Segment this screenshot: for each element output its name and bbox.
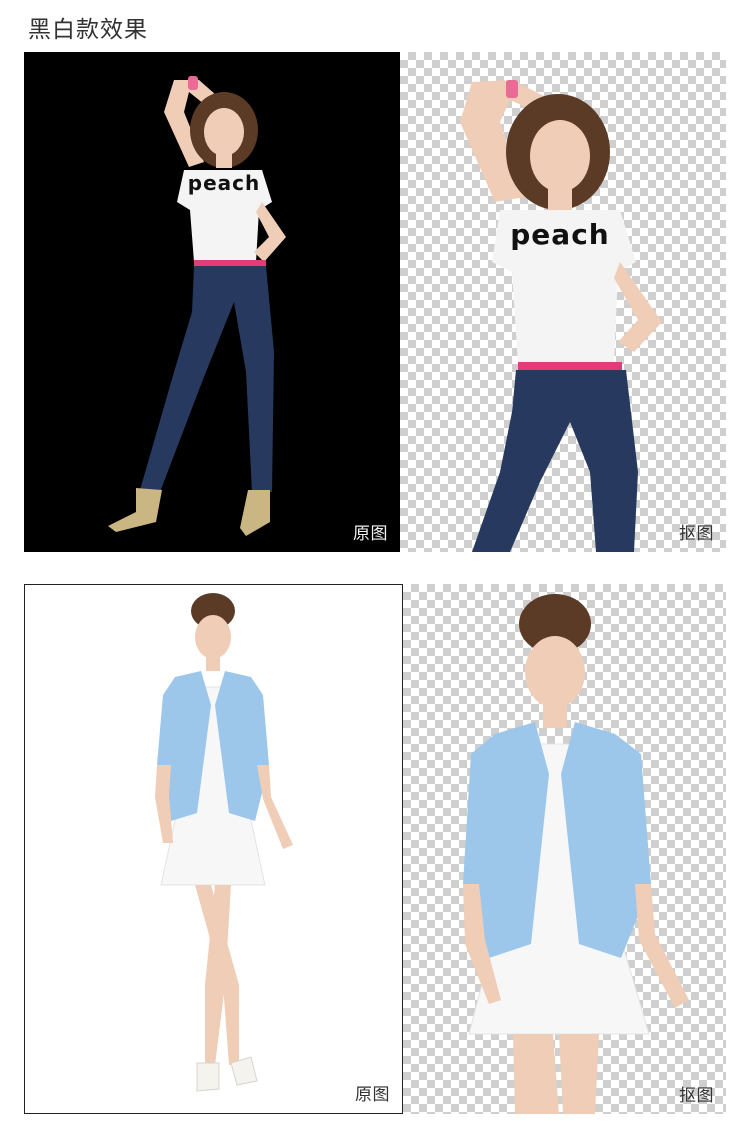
woman-in-blue-blazer-photo [155,593,293,1092]
svg-text:peach: peach [510,218,609,251]
woman-in-white-tee-jeans-cutout: peach [460,80,662,552]
cutout-image-transparent-panel: 抠图 [403,584,726,1114]
woman-in-white-tee-jeans-photo: peach [108,76,286,536]
woman-in-blue-blazer-cutout [463,594,689,1114]
shirt-print-text: peach [188,171,260,195]
original-image-white-panel: 原图 [24,584,403,1114]
page-title: 黑白款效果 [28,17,148,43]
original-label: 原图 [355,1085,390,1105]
cutout-label: 抠图 [679,524,714,544]
original-image-black-panel: peach 原图 [24,52,400,552]
original-label: 原图 [353,524,388,544]
cutout-label: 抠图 [679,1086,714,1106]
cutout-image-transparent-panel: peach 抠图 [400,52,726,552]
